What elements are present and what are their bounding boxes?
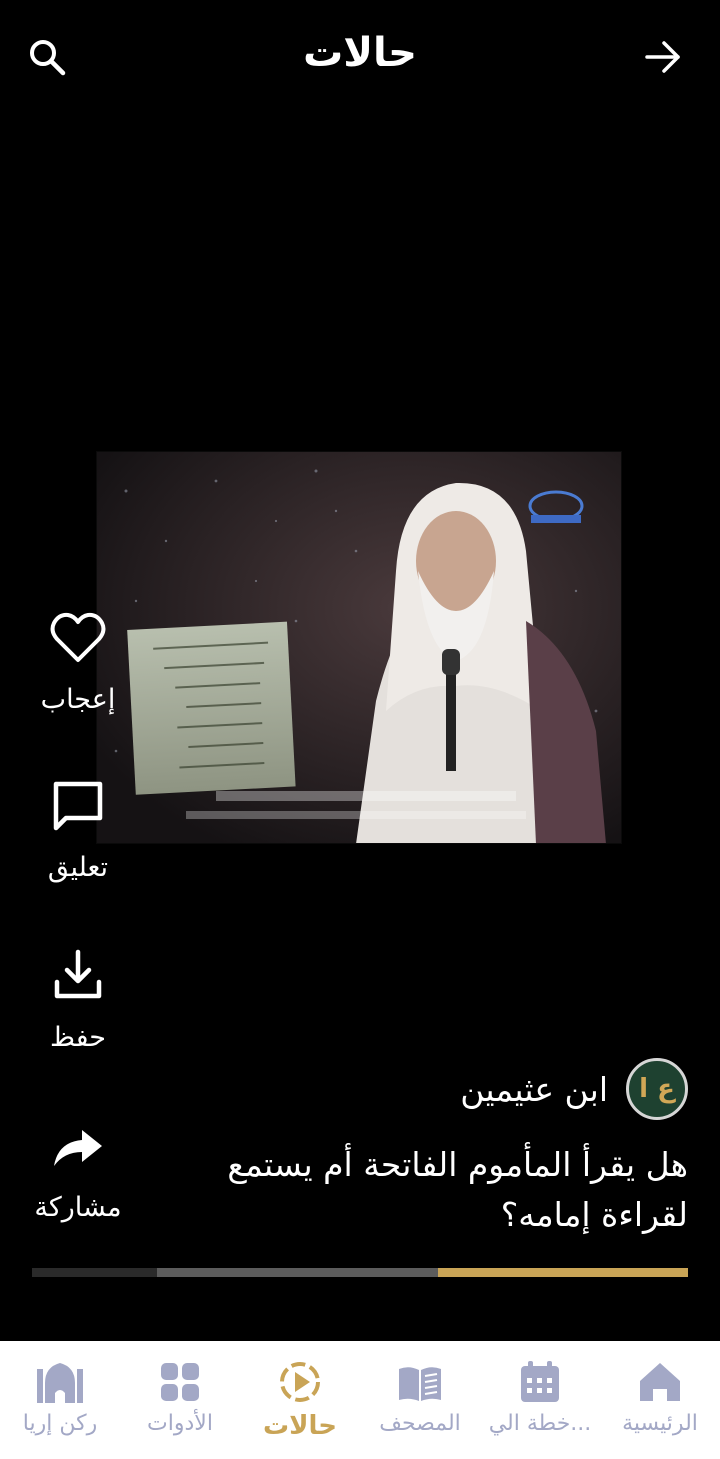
nav-statuses[interactable]: حالات — [240, 1341, 360, 1459]
progress-segment-pending — [32, 1268, 156, 1277]
download-icon — [54, 949, 102, 999]
nav-corner[interactable]: ركن إريا — [0, 1341, 120, 1459]
nav-label: المصحف — [379, 1411, 461, 1436]
home-icon — [640, 1363, 680, 1401]
save-label: حفظ — [50, 1022, 106, 1053]
top-bar: حالات — [0, 0, 720, 115]
comment-icon — [53, 781, 103, 831]
book-icon — [399, 1367, 441, 1401]
nav-label: الرئيسية — [622, 1411, 698, 1436]
story-progress — [32, 1268, 688, 1277]
author-name: ابن عثيمين — [460, 1069, 608, 1109]
comment-button[interactable]: تعليق — [0, 776, 156, 883]
nav-label: خطة الي... — [488, 1411, 592, 1436]
arrow-right-icon[interactable] — [642, 36, 684, 78]
progress-segment-upcoming — [157, 1268, 438, 1277]
heart-icon — [50, 612, 106, 662]
post-caption: هل يقرأ المأموم الفاتحة أم يستمع لقراءة … — [227, 1145, 688, 1234]
progress-segment-active — [438, 1268, 688, 1277]
share-button[interactable]: مشاركة — [0, 1116, 156, 1223]
page-title: حالات — [303, 30, 417, 76]
nav-label: ركن إريا — [22, 1411, 98, 1436]
mosque-icon — [37, 1363, 83, 1403]
play-circle-icon — [280, 1362, 320, 1402]
avatar: ع ا — [626, 1058, 688, 1120]
bottom-nav: الرئيسية خطة الي... المصحف حالات الأدوات… — [0, 1341, 720, 1459]
nav-tools[interactable]: الأدوات — [120, 1341, 240, 1459]
calendar-icon — [521, 1361, 559, 1402]
share-label: مشاركة — [34, 1192, 122, 1223]
nav-label: الأدوات — [147, 1411, 213, 1436]
nav-label: حالات — [263, 1411, 337, 1441]
share-icon — [54, 1130, 102, 1166]
grid-icon — [161, 1363, 199, 1401]
like-button[interactable]: إعجاب — [0, 608, 156, 715]
nav-mushaf[interactable]: المصحف — [360, 1341, 480, 1459]
post-author[interactable]: ابن عثيمين ع ا — [460, 1058, 688, 1120]
video-frame — [96, 451, 622, 844]
save-button[interactable]: حفظ — [0, 946, 156, 1053]
comment-label: تعليق — [47, 852, 109, 883]
like-label: إعجاب — [40, 684, 116, 715]
nav-plan[interactable]: خطة الي... — [480, 1341, 600, 1459]
video-player[interactable] — [96, 451, 622, 844]
nav-home[interactable]: الرئيسية — [600, 1341, 720, 1459]
